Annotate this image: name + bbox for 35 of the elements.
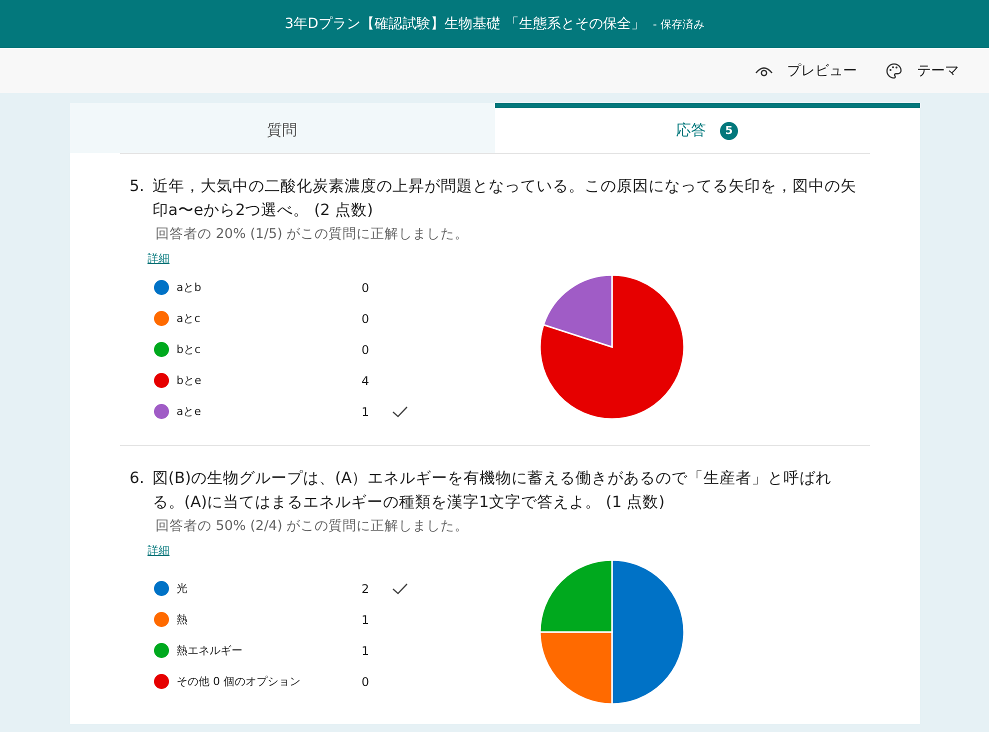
response-count: 0 (362, 280, 370, 294)
form-title: 3年Dプラン【確認試験】生物基礎 「生態系とその保全」 (284, 15, 645, 33)
question-number: 6. (130, 468, 144, 489)
option-label: bとe (176, 374, 202, 387)
check-icon (392, 582, 408, 594)
result-summary: 回答者の 20% (1/5) がこの質問に正解しました。 (156, 225, 470, 243)
option-label: bとc (176, 343, 201, 356)
option-label: その他 0 個のオプション (176, 675, 300, 688)
count-badge: 5 (720, 122, 738, 140)
option-label: aとb (176, 281, 202, 294)
question-text: 近年，大気中の二酸化炭素濃度の上昇が問題となっている。この原因になってる矢印を，図中の矢印a〜eから2つ選べ。 (2 点数) (152, 176, 858, 221)
option-label: 熱エネルギー (176, 644, 242, 657)
tab[interactable]: 質問 (70, 103, 494, 153)
option-label: aとe (176, 405, 202, 418)
response-count: 1 (362, 644, 370, 658)
response-count: 1 (362, 404, 370, 418)
palette-icon (885, 62, 903, 80)
question-number: 5. (130, 176, 144, 197)
question-text: 図(B)の生物グループは、(A）エネルギーを有機物に蓄える働きがあるので「生産者」と呼ばれる。(A)に当てはまるエネルギーの種類を漢字1文字で答えよ。 (1 点数) (152, 468, 833, 513)
toolbar-button[interactable]: テーマ (875, 56, 969, 86)
response-count: 0 (362, 312, 370, 326)
response-count: 0 (362, 342, 370, 356)
option-label: 光 (176, 582, 188, 595)
save-status: - 保存済み (652, 16, 704, 32)
check-icon (392, 406, 408, 418)
option-label: aとc (176, 312, 200, 325)
details-link[interactable]: 詳細 (148, 543, 170, 558)
response-count: 0 (362, 674, 370, 688)
details-link[interactable]: 詳細 (148, 251, 170, 266)
response-count: 2 (362, 582, 370, 596)
option-label: 熱 (176, 613, 188, 626)
response-count: 4 (362, 374, 370, 388)
response-count: 1 (362, 612, 370, 626)
toolbar-button[interactable]: プレビュー (745, 56, 867, 86)
result-summary: 回答者の 50% (2/4) がこの質問に正解しました。 (156, 517, 470, 535)
